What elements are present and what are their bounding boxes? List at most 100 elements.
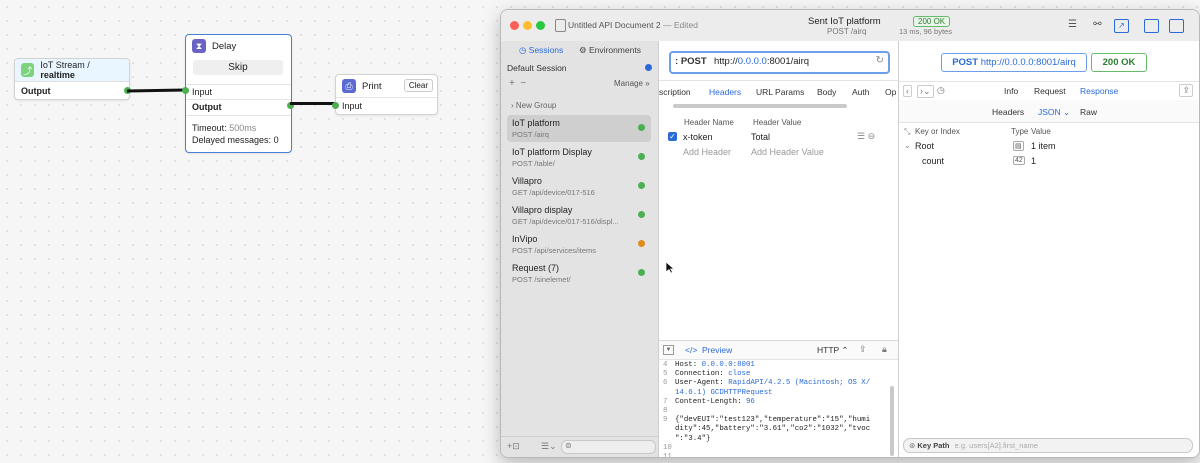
header-enabled-checkbox[interactable]: ✓ [668, 132, 677, 141]
request-path: POST /table/ [512, 159, 555, 168]
subtab-headers[interactable]: Headers [992, 107, 1024, 117]
print-input-port[interactable] [332, 102, 339, 109]
clear-button[interactable]: Clear [403, 79, 433, 92]
link-icon[interactable]: ⚯ [1091, 19, 1104, 31]
tab-body[interactable]: Body [817, 87, 836, 97]
skip-button[interactable]: Skip [193, 60, 283, 75]
line-number: 4 [663, 361, 668, 369]
response-panel: POST http://0.0.0.0:8001/airq 200 OK ‹ ›… [899, 41, 1199, 457]
collapse-all-icon[interactable]: ⤡ [904, 127, 910, 137]
url-bar[interactable]: : POST http://0.0.0.0:8001/airq ↻ [669, 51, 890, 74]
close-window-button[interactable] [510, 21, 519, 30]
back-icon[interactable]: ‹ [903, 85, 912, 97]
header-options-icon[interactable]: ☰ ⊖ [857, 131, 875, 142]
url-host: 0.0.0.0 [737, 56, 767, 67]
key-path-label: Key Path [917, 441, 950, 450]
tab-request[interactable]: Request [1034, 86, 1066, 96]
request-item-villapro-display[interactable]: Villapro display GET /api/device/017-516… [507, 202, 651, 229]
key-path-placeholder: e.g. users[A2].first_name [954, 441, 1038, 450]
method-selector[interactable]: POST [681, 56, 707, 67]
sort-icon[interactable]: ☰ [1066, 19, 1079, 31]
export-icon[interactable]: ↗ [1114, 19, 1129, 33]
share-icon[interactable]: ⇪ [859, 344, 867, 355]
collapse-preview-icon[interactable]: ▼ [663, 345, 674, 355]
preview-tab[interactable]: </> Preview [685, 345, 732, 355]
line-number: 8 [663, 407, 668, 416]
lock-icon[interactable]: 🔒︎ [882, 344, 887, 355]
document-icon [555, 19, 566, 32]
header-value-field[interactable]: Total [751, 132, 770, 142]
print-node-title: Print [362, 80, 382, 92]
http-format-selector[interactable]: HTTP ⌃ [817, 345, 849, 356]
delayed-label: Delayed messages: [192, 135, 272, 145]
code-body: {"devEUI":"test123","temperature":"15","… [675, 416, 871, 425]
tab-auth[interactable]: Auth [852, 87, 870, 97]
key-path-field[interactable]: ⊛ Key Path e.g. users[A2].first_name [903, 438, 1193, 453]
session-name[interactable]: Default Session [507, 63, 567, 73]
request-item-iot-platform[interactable]: IoT platform POST /airq [507, 115, 651, 142]
key-column: Key or Index [915, 127, 960, 136]
tabs-scrollbar[interactable] [673, 104, 847, 108]
request-path: POST /api/services/items [512, 246, 597, 255]
delay-input-port[interactable] [182, 87, 189, 94]
url-scheme: http:// [714, 56, 738, 67]
header-name-column: Header Name [684, 118, 734, 127]
tab-info[interactable]: Info [1004, 86, 1018, 96]
tab-description[interactable]: scription [659, 87, 691, 97]
print-input-label: Input [342, 101, 363, 111]
iot-stream-node[interactable]: ⤴ IoT Stream / realtime Output [14, 58, 131, 100]
add-session-icon[interactable]: + − [509, 78, 526, 89]
sidebar-toggle-icon[interactable] [1144, 19, 1159, 33]
share-response-icon[interactable]: ⇪ [1179, 84, 1193, 97]
minimize-window-button[interactable] [523, 21, 532, 30]
code-value: 96 [745, 397, 755, 406]
subtab-json[interactable]: JSON ⌄ [1038, 107, 1070, 118]
request-path: POST /sinelemet/ [512, 275, 571, 284]
zoom-window-button[interactable] [536, 21, 545, 30]
filter-field[interactable]: ⊜ [561, 440, 656, 454]
manage-button[interactable]: Manage » [614, 79, 650, 88]
request-name: IoT platform [512, 118, 560, 128]
forward-icon[interactable]: ›⌄ [917, 85, 934, 98]
tab-options[interactable]: Op [885, 87, 896, 97]
request-path: GET /api/device/017-516 [512, 188, 595, 197]
subtab-raw[interactable]: Raw [1080, 107, 1097, 117]
header-name-field[interactable]: x-token [683, 132, 713, 142]
expand-icon[interactable]: ⌄ [904, 141, 911, 150]
sessions-tab[interactable]: ◷ Sessions [519, 45, 563, 56]
iot-output-label: Output [21, 86, 51, 96]
root-value: 1 item [1031, 141, 1056, 151]
line-number: 6 [663, 379, 668, 388]
reload-icon[interactable]: ↻ [876, 55, 884, 66]
add-request-icon[interactable]: +⊡ [507, 441, 520, 452]
tab-headers[interactable]: Headers [709, 87, 741, 97]
sidebar: ◷ Sessions ⚙ Environments Default Sessio… [501, 41, 659, 457]
request-item-iot-display[interactable]: IoT platform Display POST /table/ [507, 144, 651, 171]
delay-count: Delayed messages: 0 [186, 135, 291, 145]
add-header-value-input[interactable]: Add Header Value [751, 147, 824, 157]
timing-text: 13 ms, 96 bytes [899, 27, 952, 36]
json-root-row[interactable]: ⌄ Root ▤ 1 item [899, 140, 1199, 154]
preview-scrollbar[interactable] [890, 386, 894, 456]
sort-menu-icon[interactable]: ☰⌄ [541, 441, 557, 452]
delay-node[interactable]: ⧗ Delay Skip Input Output Timeout: 500ms… [182, 34, 294, 153]
request-name: Request (7) [512, 263, 560, 273]
request-item-villapro[interactable]: Villapro GET /api/device/017-516 [507, 173, 651, 200]
environments-tab[interactable]: ⚙ Environments [579, 45, 641, 56]
json-count-row[interactable]: count 42 1 [899, 155, 1199, 169]
response-url-badge: POST http://0.0.0.0:8001/airq [941, 53, 1087, 72]
request-item-request-7[interactable]: Request (7) POST /sinelemet/ [507, 260, 651, 287]
tab-response[interactable]: Response [1080, 86, 1118, 96]
timeout-value: 500ms [229, 123, 257, 133]
tab-url-params[interactable]: URL Params [756, 87, 804, 97]
history-icon[interactable]: ◷ [937, 85, 945, 96]
response-status-badge: 200 OK [1091, 53, 1147, 72]
group-header[interactable]: › New Group [511, 101, 556, 110]
panel-toggle-icon[interactable] [1169, 19, 1184, 33]
count-key: count [922, 156, 945, 166]
print-node[interactable]: ⎙ Print Clear Input [332, 74, 438, 115]
add-header-name-input[interactable]: Add Header [683, 147, 731, 157]
code-value: 0.0.0.0:8001 [701, 361, 755, 369]
code-key: User-Agent: [675, 379, 729, 388]
request-item-invipo[interactable]: InVipo POST /api/services/items [507, 231, 651, 258]
